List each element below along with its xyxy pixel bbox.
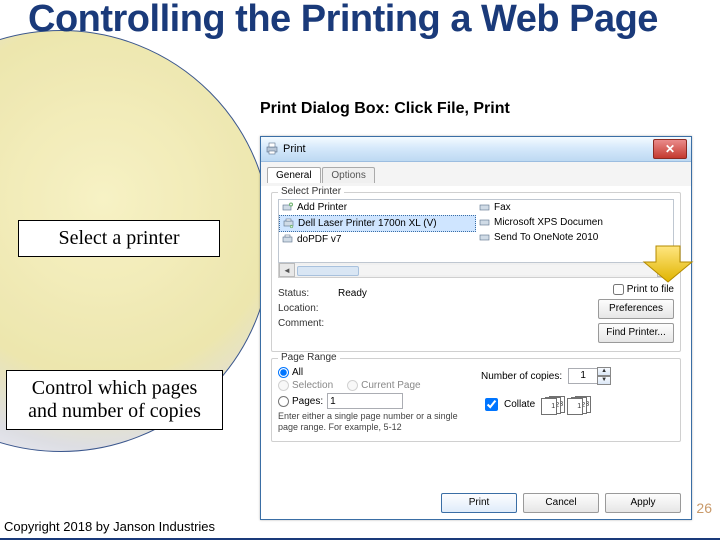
printer-icon <box>282 234 294 245</box>
scroll-thumb[interactable] <box>297 266 359 276</box>
titlebar: Print ✕ <box>261 137 691 162</box>
status-label: Status: <box>278 288 326 299</box>
printer-icon <box>265 142 279 156</box>
radio-all-label: All <box>292 367 303 378</box>
callout-page-copies: Control which pages and number of copies <box>6 370 223 430</box>
callout-select-printer: Select a printer <box>18 220 220 257</box>
tab-general[interactable]: General <box>267 167 321 183</box>
spin-down-icon[interactable]: ▼ <box>597 376 611 385</box>
print-dialog: Print ✕ General Options Select Printer A… <box>260 136 692 520</box>
comment-label: Comment: <box>278 318 326 329</box>
copies-label: Number of copies: <box>481 371 562 382</box>
printer-icon <box>479 217 491 228</box>
slide-caption: Print Dialog Box: Click File, Print <box>260 100 510 118</box>
page-number: 26 <box>696 500 712 516</box>
tab-strip: General Options <box>261 162 691 186</box>
printer-item-onenote[interactable]: Send To OneNote 2010 <box>476 230 673 245</box>
printer-item-dell[interactable]: Dell Laser Printer 1700n XL (V) <box>279 215 476 232</box>
printer-item-add[interactable]: Add Printer <box>279 200 476 215</box>
close-button[interactable]: ✕ <box>653 139 687 159</box>
dialog-footer: Print Cancel Apply <box>441 493 681 513</box>
add-printer-icon <box>282 202 294 213</box>
collate-checkbox[interactable]: Collate <box>481 395 535 414</box>
collate-icon: 123 123 <box>541 396 589 414</box>
pages-hint: Enter either a single page number or a s… <box>278 411 458 433</box>
radio-current-page[interactable]: Current Page <box>347 380 420 391</box>
printer-label: doPDF v7 <box>297 234 341 245</box>
location-label: Location: <box>278 303 326 314</box>
printer-label: Send To OneNote 2010 <box>494 232 598 243</box>
print-button[interactable]: Print <box>441 493 517 513</box>
group-title-page-range: Page Range <box>278 352 340 363</box>
group-page-range: Page Range All Selection Current Page Pa… <box>271 358 681 442</box>
printer-label: Microsoft XPS Documen <box>494 217 603 228</box>
copies-spinner[interactable]: 1 ▲▼ <box>568 367 611 385</box>
slide-title: Controlling the Printing a Web Page <box>28 0 658 40</box>
printer-item-fax[interactable]: Fax <box>476 200 673 215</box>
find-printer-button[interactable]: Find Printer... <box>598 323 674 343</box>
print-to-file-label: Print to file <box>627 284 674 295</box>
radio-pages[interactable]: Pages: <box>278 396 323 407</box>
close-icon: ✕ <box>665 143 675 155</box>
printer-icon <box>479 202 491 213</box>
printer-list-hscroll[interactable]: ◄ ► <box>278 263 674 278</box>
status-value: Ready <box>338 288 367 299</box>
cancel-button[interactable]: Cancel <box>523 493 599 513</box>
radio-selection[interactable]: Selection <box>278 380 333 391</box>
printer-list[interactable]: Add Printer Dell Laser Printer 1700n XL … <box>278 199 674 263</box>
tab-options[interactable]: Options <box>322 167 374 183</box>
group-select-printer: Select Printer Add Printer Dell Laser Pr… <box>271 192 681 352</box>
printer-label: Dell Laser Printer 1700n XL (V) <box>298 218 437 229</box>
radio-pages-label: Pages: <box>292 396 323 407</box>
printer-label: Fax <box>494 202 511 213</box>
apply-button[interactable]: Apply <box>605 493 681 513</box>
radio-selection-label: Selection <box>292 380 333 391</box>
printer-icon <box>479 232 491 243</box>
copyright: Copyright 2018 by Janson Industries <box>4 519 215 534</box>
printer-item-xps[interactable]: Microsoft XPS Documen <box>476 215 673 230</box>
spin-up-icon[interactable]: ▲ <box>597 367 611 376</box>
printer-icon <box>283 218 295 229</box>
pages-input[interactable] <box>327 393 403 409</box>
copies-value: 1 <box>568 368 597 384</box>
annotation-arrow <box>636 244 694 284</box>
preferences-button[interactable]: Preferences <box>598 299 674 319</box>
scroll-left-arrow-icon[interactable]: ◄ <box>279 263 295 277</box>
group-title-select-printer: Select Printer <box>278 186 344 197</box>
printer-item-dopdf[interactable]: doPDF v7 <box>279 232 476 247</box>
print-to-file-checkbox[interactable]: Print to file <box>613 284 674 295</box>
dialog-title: Print <box>283 143 306 155</box>
radio-current-label: Current Page <box>361 380 420 391</box>
collate-label: Collate <box>504 399 535 410</box>
radio-all[interactable]: All <box>278 367 303 378</box>
printer-label: Add Printer <box>297 202 347 213</box>
